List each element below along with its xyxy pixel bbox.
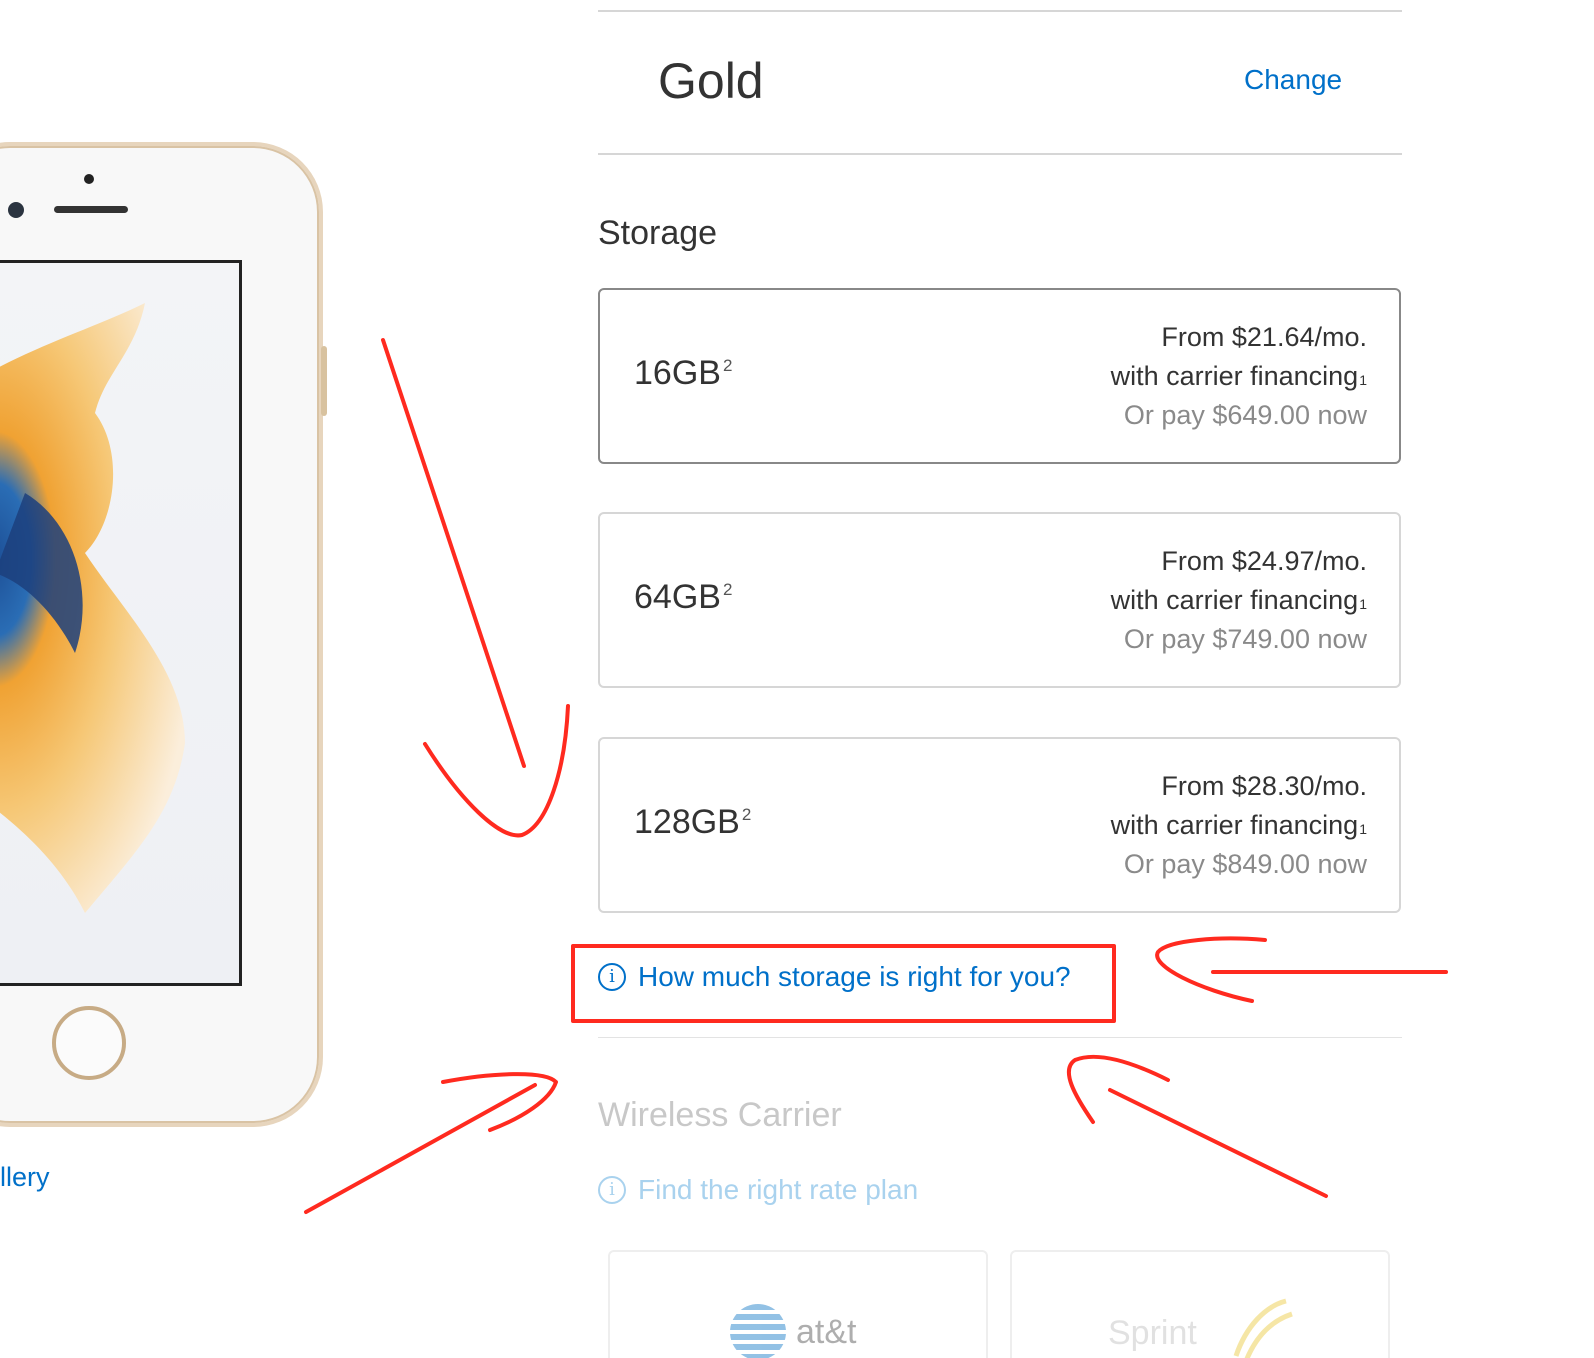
- monthly-price: From $28.30/mo.: [1161, 771, 1367, 801]
- annotation-arrow-stroke: [304, 1083, 537, 1214]
- storage-price: From $21.64/mo. with carrier financing1 …: [1111, 318, 1367, 435]
- carrier-option-att[interactable]: at&t: [608, 1250, 988, 1358]
- rate-plan-link[interactable]: i Find the right rate plan: [598, 1174, 918, 1206]
- storage-size: 128GB 2: [634, 803, 752, 841]
- monthly-price: From $24.97/mo.: [1161, 546, 1367, 576]
- carrier-option-sprint[interactable]: Sprint: [1010, 1250, 1390, 1358]
- phone-screen: [0, 260, 242, 986]
- divider: [598, 10, 1402, 12]
- annotation-arrow-head: [423, 704, 570, 838]
- sprint-logo-text: Sprint: [1108, 1314, 1197, 1352]
- storage-help-link[interactable]: i How much storage is right for you?: [598, 961, 1071, 993]
- divider: [598, 1037, 1402, 1038]
- betta-fish-wallpaper: [0, 303, 185, 913]
- phone-body: [0, 146, 327, 1123]
- storage-size: 16GB 2: [634, 354, 733, 392]
- annotation-arrow-head: [441, 1072, 558, 1132]
- change-color-link[interactable]: Change: [1244, 64, 1342, 96]
- sprint-logo-icon: [1233, 1298, 1293, 1358]
- storage-option-128gb[interactable]: 128GB 2 From $28.30/mo. with carrier fina…: [598, 737, 1401, 913]
- phone-side-button: [321, 346, 327, 416]
- storage-option-16gb[interactable]: 16GB 2 From $21.64/mo. with carrier finan…: [598, 288, 1401, 464]
- financing-text: with carrier financing1: [1110, 585, 1367, 615]
- storage-heading: Storage: [598, 214, 718, 252]
- financing-text: with carrier financing1: [1110, 361, 1367, 391]
- carrier-heading: Wireless Carrier: [598, 1096, 842, 1134]
- storage-size: 64GB 2: [634, 578, 733, 616]
- storage-help-label: How much storage is right for you?: [638, 961, 1071, 992]
- att-logo: at&t: [730, 1304, 856, 1358]
- att-logo-text: at&t: [796, 1312, 857, 1351]
- gallery-link[interactable]: llery: [0, 1162, 50, 1193]
- storage-price: From $28.30/mo. with carrier financing1 …: [1111, 767, 1367, 884]
- selected-color: Gold: [658, 53, 764, 109]
- full-price: Or pay $749.00 now: [1123, 624, 1367, 654]
- rate-plan-label: Find the right rate plan: [638, 1174, 919, 1205]
- info-circle-icon: i: [598, 1176, 626, 1204]
- monthly-price: From $21.64/mo.: [1161, 322, 1367, 352]
- financing-text: with carrier financing1: [1110, 810, 1367, 840]
- phone-speaker: [54, 206, 128, 213]
- storage-price: From $24.97/mo. with carrier financing1 …: [1111, 542, 1367, 659]
- annotation-arrow-stroke: [1108, 1088, 1328, 1198]
- full-price: Or pay $649.00 now: [1123, 400, 1367, 430]
- phone-sensor: [84, 174, 94, 184]
- annotation-arrow-stroke: [381, 338, 526, 768]
- full-price: Or pay $849.00 now: [1123, 849, 1367, 879]
- divider: [598, 153, 1402, 155]
- product-image-iphone: [0, 142, 327, 1127]
- info-circle-icon: i: [598, 963, 626, 991]
- att-globe-icon: [730, 1304, 786, 1358]
- phone-camera: [8, 202, 24, 218]
- storage-option-64gb[interactable]: 64GB 2 From $24.97/mo. with carrier finan…: [598, 512, 1401, 688]
- annotation-arrow-head: [1155, 936, 1267, 1003]
- home-button: [52, 1006, 126, 1080]
- annotation-arrow-head: [1067, 1054, 1170, 1124]
